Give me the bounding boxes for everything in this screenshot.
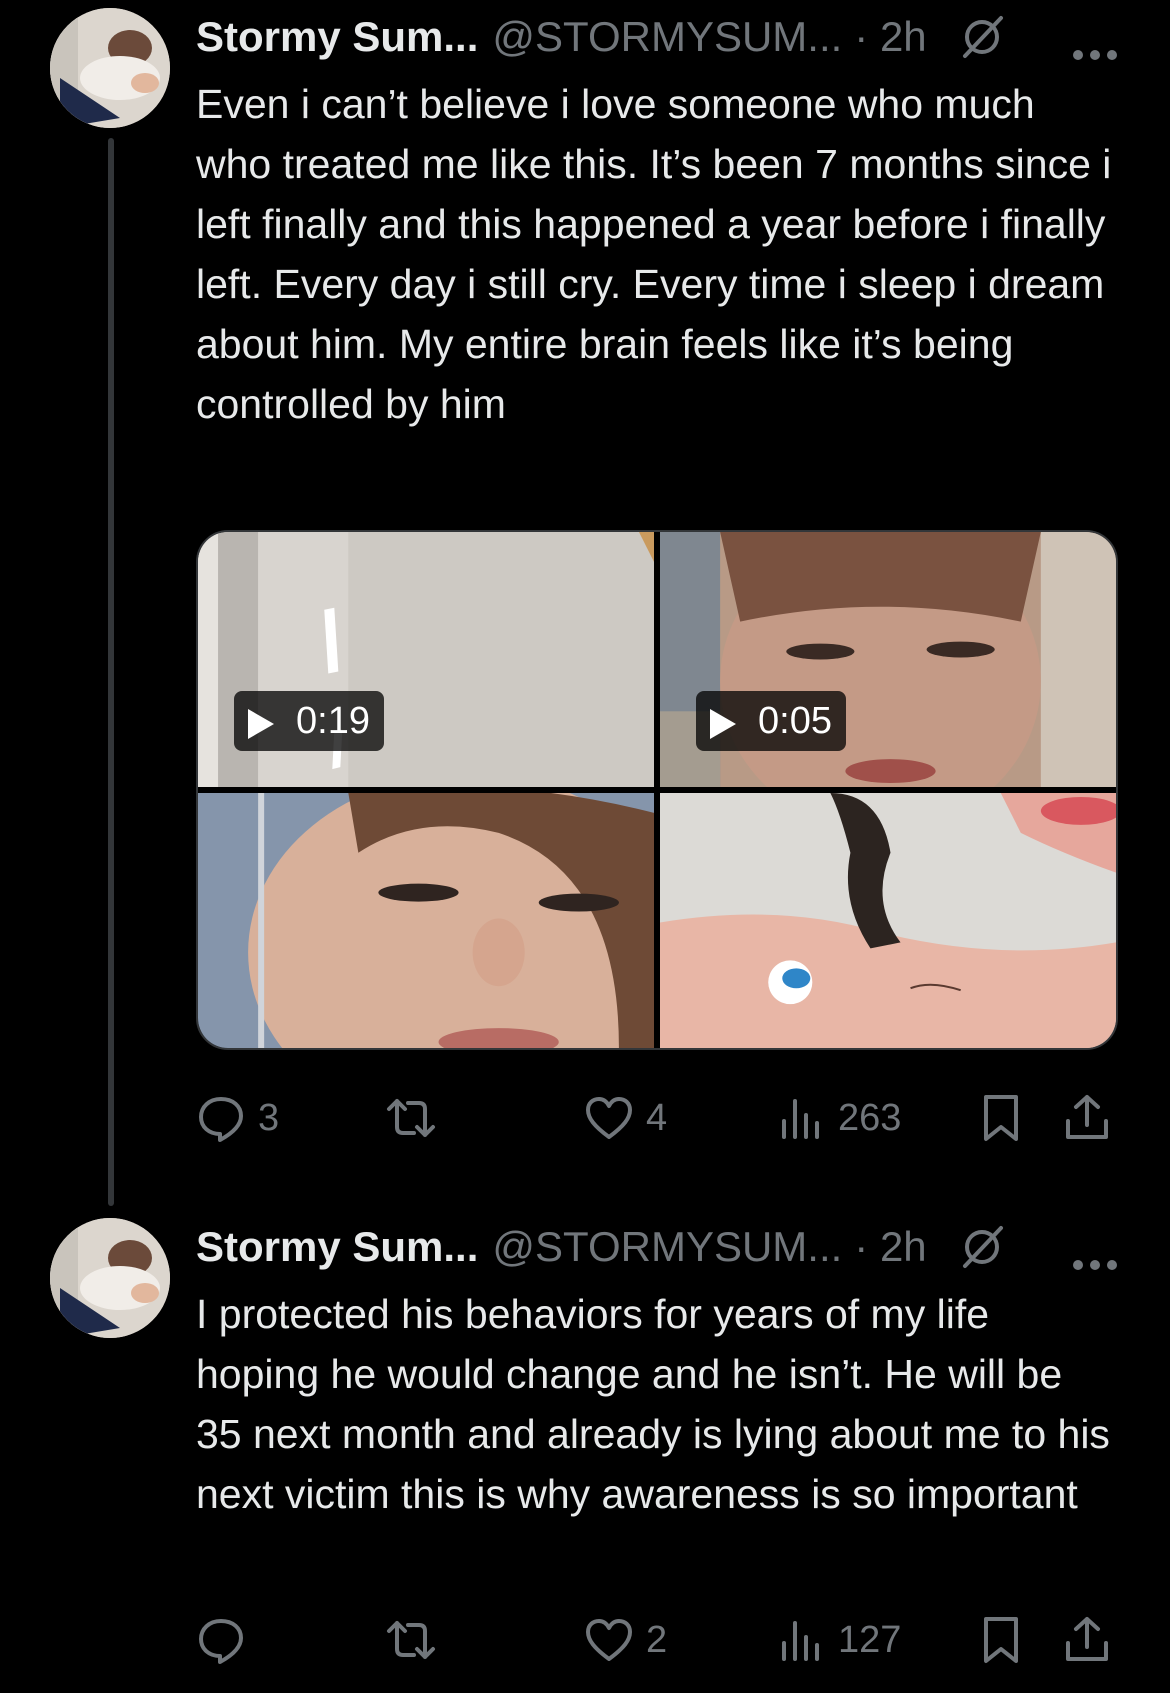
more-options-icon[interactable] [1070,1237,1120,1270]
avatar-image [50,1218,170,1338]
display-name[interactable]: Stormy Sum... [196,1223,478,1271]
views-button[interactable]: 127 [776,1610,901,1670]
tweet-header: Stormy Sum... @STORMYSUM... · 2h [196,1222,1120,1272]
views-icon [782,1621,819,1661]
handle[interactable]: @STORMYSUM... [492,1223,842,1271]
tweet-1[interactable]: Stormy Sum... @STORMYSUM... · 2h Even i … [0,0,1170,1206]
bookmark-icon [984,1095,1018,1141]
bookmark-icon [984,1617,1018,1663]
like-count: 2 [646,1618,668,1661]
like-button[interactable]: 4 [584,1088,667,1148]
media-video-1[interactable]: 0:19 [198,532,654,787]
video-duration: 0:19 [296,699,370,742]
repost-icon [387,1621,435,1659]
reply-icon [199,1619,243,1664]
share-icon [1066,1095,1108,1139]
reply-icon [199,1097,243,1142]
heart-icon [586,1097,632,1139]
view-count: 263 [838,1096,902,1139]
media-photo-1[interactable] [198,793,654,1048]
video-duration-badge: 0:19 [234,691,384,751]
tweet-text: I protected his behaviors for years of m… [196,1291,1110,1517]
timestamp[interactable]: · 2h [854,13,926,61]
reply-count: 3 [258,1096,280,1139]
thread-line [108,138,114,1206]
media-grid: 0:19 0:05 [196,530,1118,1050]
tweet-text: Even i can’t believe i love someone who … [196,81,1112,427]
play-icon [248,706,274,739]
repost-button[interactable] [386,1610,448,1670]
views-button[interactable]: 263 [776,1088,901,1148]
like-button[interactable]: 2 [584,1610,667,1670]
repost-icon [387,1099,435,1137]
repost-button[interactable] [386,1088,448,1148]
tweet-header: Stormy Sum... @STORMYSUM... · 2h [196,12,1120,62]
views-icon [782,1099,819,1139]
video-duration-badge: 0:05 [696,691,846,751]
avatar[interactable] [50,8,170,128]
media-video-2[interactable]: 0:05 [660,532,1116,787]
like-count: 4 [646,1096,668,1139]
share-icon [1066,1617,1108,1661]
more-options-icon[interactable] [1070,27,1120,60]
share-button[interactable] [1062,1610,1112,1670]
video-duration: 0:05 [758,699,832,742]
heart-icon [586,1619,632,1661]
media-photo-2[interactable] [660,793,1116,1048]
bookmark-button[interactable] [976,1088,1026,1148]
display-name[interactable]: Stormy Sum... [196,13,478,61]
grok-icon[interactable] [957,12,1007,62]
grok-icon[interactable] [957,1222,1007,1272]
handle[interactable]: @STORMYSUM... [492,13,842,61]
tweet-2[interactable]: Stormy Sum... @STORMYSUM... · 2h I prote… [0,1210,1170,1693]
avatar[interactable] [50,1218,170,1338]
view-count: 127 [838,1618,902,1661]
play-icon [710,706,736,739]
bookmark-button[interactable] [976,1610,1026,1670]
tweet-actions: 2 127 [196,1610,1118,1670]
reply-button[interactable]: 3 [196,1088,279,1148]
reply-button[interactable] [196,1610,258,1670]
photo-thumbnail [660,793,1116,1048]
timestamp[interactable]: · 2h [854,1223,926,1271]
photo-thumbnail [198,793,654,1048]
avatar-image [50,8,170,128]
share-button[interactable] [1062,1088,1112,1148]
tweet-actions: 3 4 263 [196,1088,1118,1148]
